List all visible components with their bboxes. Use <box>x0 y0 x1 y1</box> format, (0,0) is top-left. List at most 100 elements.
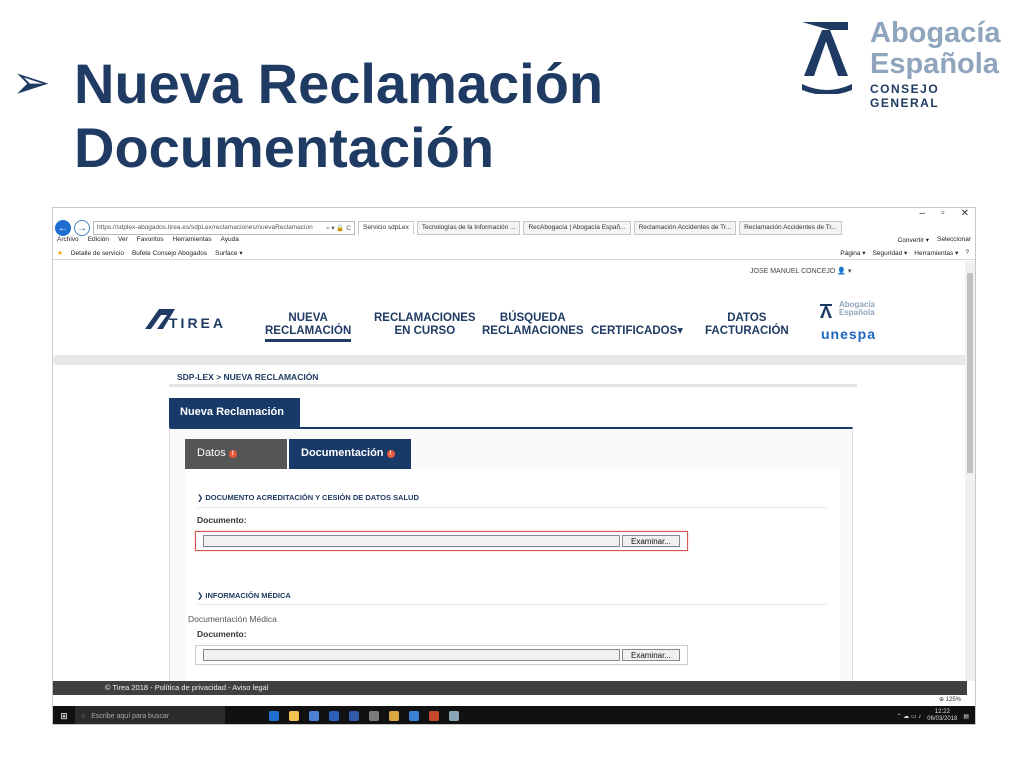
nav-reclamaciones-en-curso[interactable]: RECLAMACIONES EN CURSO <box>374 312 476 338</box>
seleccionar-button[interactable]: Seleccionar <box>937 236 971 247</box>
taskbar-search[interactable]: ○ Escribe aquí para buscar <box>75 706 225 724</box>
partner-unespa: unespa <box>821 326 877 342</box>
address-bar[interactable]: https://sdplex-abogados.tirea.es/sdpLex/… <box>93 221 355 235</box>
system-tray: ⌃ ☁ ▭ ♪ 12:22 06/03/2018 ▤ <box>897 709 975 723</box>
documento-file-input[interactable]: Examinar... <box>195 531 688 551</box>
favorite-link[interactable]: Surface ▾ <box>215 249 242 257</box>
tab-datos[interactable]: Datos! <box>185 439 287 469</box>
documento-medico-file-input[interactable]: Examinar... <box>195 645 688 665</box>
clock-date: 06/03/2018 <box>927 716 958 722</box>
favorites-star-icon[interactable]: ★ <box>57 249 63 257</box>
tools-menu[interactable]: Herramientas ▾ <box>914 249 958 257</box>
panel-title-tab: Nueva Reclamación <box>169 398 300 427</box>
browser-tab[interactable]: RecAbogacía | Abogacía Españ... <box>523 221 631 235</box>
documento-label: Documento: <box>197 515 247 525</box>
zoom-value: 125% <box>945 697 961 703</box>
browser-tab[interactable]: Reclamación Accidentes de Tr... <box>739 221 842 235</box>
abogacia-mini-mark-icon <box>820 304 832 318</box>
section-heading-text: DOCUMENTO ACREDITACIÓN Y CESIÓN DE DATOS… <box>205 493 419 502</box>
page-menu[interactable]: Página ▾ <box>840 249 865 257</box>
menu-item-edicion[interactable]: Edición <box>88 236 109 247</box>
tab-label: Documentación <box>301 447 384 459</box>
close-button[interactable]: ✕ <box>961 208 969 219</box>
abogacia-mark-icon <box>802 22 852 94</box>
user-menu[interactable]: JOSE MANUEL CONCEJO 👤 ▾ <box>750 267 851 275</box>
page-scrollbar[interactable] <box>965 261 975 681</box>
windows-start-icon[interactable]: ⊞ <box>53 711 75 722</box>
nav-label: RECLAMACIÓN <box>265 325 352 337</box>
user-icon: 👤 ▾ <box>837 268 852 275</box>
tab-label: Datos <box>197 447 226 459</box>
nav-label: DATOS <box>727 312 767 324</box>
examinar-button[interactable]: Examinar... <box>621 649 680 661</box>
browser-tab[interactable]: Servicio sdpLex <box>358 221 414 235</box>
section-heading-text: INFORMACIÓN MÉDICA <box>205 591 291 600</box>
documento-label: Documento: <box>197 629 247 639</box>
section-heading-informacion-medica: ❯ INFORMACIÓN MÉDICA <box>197 591 291 600</box>
section-divider <box>197 604 827 605</box>
outlook-icon[interactable] <box>329 711 339 721</box>
browser-tab[interactable]: Reclamación Accidentes de Tr... <box>633 221 737 235</box>
taskbar-apps <box>269 711 459 721</box>
favorite-link[interactable]: Detalle de servicio <box>71 250 124 257</box>
app-icon[interactable] <box>369 711 379 721</box>
slide: ➢ Nueva Reclamación Documentación Abogac… <box>0 0 1024 768</box>
zoom-icon: ⊕ <box>938 697 946 703</box>
menu-item-herramientas[interactable]: Herramientas <box>173 236 212 247</box>
store-icon[interactable] <box>309 711 319 721</box>
tirea-logo[interactable]: TIREA <box>145 307 225 335</box>
app-icon[interactable] <box>449 711 459 721</box>
menu-item-favoritos[interactable]: Favoritos <box>137 236 164 247</box>
forward-arrow-icon[interactable]: → <box>74 220 90 236</box>
browser-tab[interactable]: Tecnologías de la Información ... <box>416 221 521 235</box>
nav-certificados[interactable]: CERTIFICADOS▾ <box>591 325 683 338</box>
examinar-button[interactable]: Examinar... <box>621 535 680 547</box>
word-icon[interactable] <box>349 711 359 721</box>
tray-icons[interactable]: ⌃ ☁ ▭ ♪ <box>897 713 922 720</box>
help-icon[interactable]: ? <box>965 249 969 257</box>
folder-icon[interactable] <box>389 711 399 721</box>
browser-window: – ▫ ✕ ← → https://sdplex-abogados.tirea.… <box>52 207 976 725</box>
maximize-button[interactable]: ▫ <box>941 208 945 219</box>
scroll-thumb[interactable] <box>967 273 973 473</box>
user-name: JOSE MANUEL CONCEJO <box>750 268 836 275</box>
edge-icon[interactable] <box>269 711 279 721</box>
nav-label: CERTIFICADOS <box>591 325 678 337</box>
file-path-field[interactable] <box>203 535 620 547</box>
nav-label: FACTURACIÓN <box>705 325 789 337</box>
warning-icon: ! <box>228 450 237 458</box>
powerpoint-icon[interactable] <box>429 711 439 721</box>
file-path-field[interactable] <box>203 649 620 661</box>
menu-item-archivo[interactable]: Archivo <box>57 236 79 247</box>
warning-icon: ! <box>386 450 395 458</box>
taskbar-clock[interactable]: 12:22 06/03/2018 <box>927 709 957 723</box>
nav-label: RECLAMACIONES <box>374 312 476 324</box>
back-arrow-icon[interactable]: ← <box>55 220 71 236</box>
nav-nueva-reclamacion[interactable]: NUEVA RECLAMACIÓN <box>265 312 352 342</box>
minimize-button[interactable]: – <box>920 208 926 219</box>
security-menu[interactable]: Seguridad ▾ <box>873 249 908 257</box>
nav-datos-facturacion[interactable]: DATOS FACTURACIÓN <box>705 312 789 338</box>
documentacion-form: ❯ DOCUMENTO ACREDITACIÓN Y CESIÓN DE DAT… <box>185 469 840 699</box>
zoom-level[interactable]: ⊕ 125% <box>939 696 961 703</box>
nav-busqueda-reclamaciones[interactable]: BÚSQUEDA RECLAMACIONES <box>482 312 584 338</box>
breadcrumb: SDP-LEX > NUEVA RECLAMACIÓN <box>177 372 319 382</box>
section-heading-acreditacion: ❯ DOCUMENTO ACREDITACIÓN Y CESIÓN DE DAT… <box>197 493 419 502</box>
address-row: ← → https://sdplex-abogados.tirea.es/sdp… <box>53 219 975 237</box>
window-controls: – ▫ ✕ <box>920 208 970 219</box>
menu-item-ayuda[interactable]: Ayuda <box>221 236 239 247</box>
menu-item-ver[interactable]: Ver <box>118 236 128 247</box>
nav-label: BÚSQUEDA <box>499 312 566 324</box>
tirea-word: TIREA <box>169 315 226 331</box>
file-explorer-icon[interactable] <box>289 711 299 721</box>
tab-documentacion[interactable]: Documentación! <box>289 439 411 469</box>
internet-explorer-icon[interactable] <box>409 711 419 721</box>
slide-title-line1: Nueva Reclamación <box>74 52 604 115</box>
breadcrumb-divider <box>169 384 857 387</box>
partner-line2: Española <box>839 308 875 317</box>
favorite-link[interactable]: Bufete Consejo Abogados <box>132 250 207 257</box>
notifications-icon[interactable]: ▤ <box>963 713 969 720</box>
clock-time: 12:22 <box>934 709 950 715</box>
convertir-button[interactable]: Convertir ▾ <box>898 236 929 247</box>
header-divider <box>53 355 967 365</box>
